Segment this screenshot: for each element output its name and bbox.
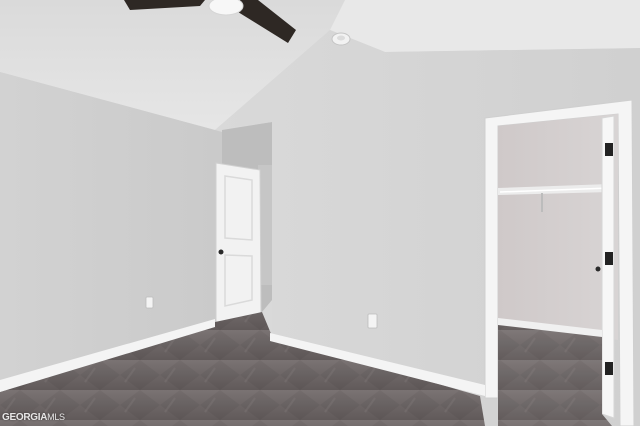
watermark: GEORGIAMLS: [2, 412, 65, 423]
hinge-bottom: [605, 362, 613, 375]
wall-outlet-back: [367, 313, 378, 329]
ceiling-slope: [330, 0, 640, 52]
closet-interior-wall: [498, 114, 618, 340]
closet-carpet: [498, 322, 612, 426]
wall-outlet-left: [145, 296, 154, 309]
smoke-detector-center: [337, 35, 345, 41]
watermark-suffix: MLS: [47, 412, 65, 422]
ceiling-fan-light: [208, 0, 244, 16]
room-photo: [0, 0, 640, 426]
interior-door: [215, 162, 262, 327]
hinge-top: [605, 143, 613, 156]
door-knob: [218, 249, 224, 255]
watermark-brand: GEORGIA: [2, 412, 48, 423]
hinge-middle: [605, 252, 613, 265]
closet-door-knob: [595, 266, 601, 272]
